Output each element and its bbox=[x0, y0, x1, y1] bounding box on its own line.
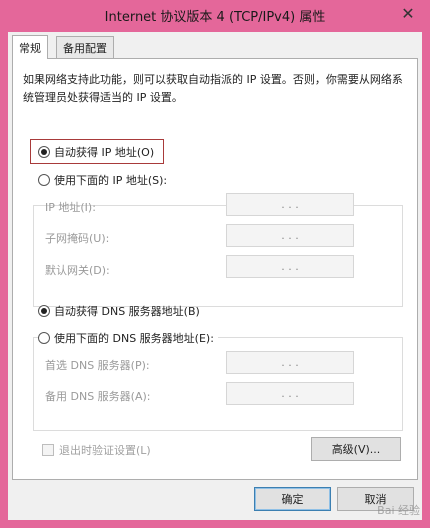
preferred-dns-label: 首选 DNS 服务器(P): bbox=[45, 359, 150, 372]
tab-general-label: 常规 bbox=[19, 41, 41, 55]
radio-manual-dns[interactable]: 使用下面的 DNS 服务器地址(E): bbox=[38, 330, 218, 346]
default-gateway-input[interactable]: . . . bbox=[226, 255, 354, 278]
title-bar[interactable]: Internet 协议版本 4 (TCP/IPv4) 属性 ✕ bbox=[0, 0, 430, 30]
watermark-logo: Bai 经验 bbox=[377, 504, 420, 517]
ok-button-label: 确定 bbox=[281, 493, 304, 506]
window-title: Internet 协议版本 4 (TCP/IPv4) 属性 bbox=[104, 9, 326, 25]
radio-auto-dns-label: 自动获得 DNS 服务器地址(B) bbox=[54, 305, 200, 318]
radio-manual-ip-indicator[interactable] bbox=[38, 174, 50, 186]
validate-on-exit-checkbox-box[interactable] bbox=[42, 444, 54, 456]
ip-address-label: IP 地址(I): bbox=[45, 201, 96, 214]
description-text: 如果网络支持此功能，则可以获取自动指派的 IP 设置。否则，你需要从网络系统管理… bbox=[23, 73, 403, 104]
default-gateway-label: 默认网关(D): bbox=[45, 264, 110, 277]
radio-auto-ip[interactable]: 自动获得 IP 地址(O) bbox=[38, 144, 154, 160]
radio-auto-dns[interactable]: 自动获得 DNS 服务器地址(B) bbox=[38, 303, 200, 319]
radio-auto-dns-indicator[interactable] bbox=[38, 305, 50, 317]
alternate-dns-input[interactable]: . . . bbox=[226, 382, 354, 405]
preferred-dns-input[interactable]: . . . bbox=[226, 351, 354, 374]
radio-manual-ip[interactable]: 使用下面的 IP 地址(S): bbox=[38, 172, 172, 188]
validate-on-exit-label: 退出时验证设置(L) bbox=[59, 444, 151, 457]
ok-button[interactable]: 确定 bbox=[254, 487, 331, 511]
alternate-dns-value: . . . bbox=[281, 387, 299, 400]
dialog-window: Internet 协议版本 4 (TCP/IPv4) 属性 ✕ 常规 备用配置 … bbox=[0, 0, 430, 528]
dialog-client-area: 常规 备用配置 如果网络支持此功能，则可以获取自动指派的 IP 设置。否则，你需… bbox=[8, 32, 422, 520]
alternate-dns-label: 备用 DNS 服务器(A): bbox=[45, 390, 151, 403]
radio-auto-ip-label: 自动获得 IP 地址(O) bbox=[54, 146, 155, 159]
subnet-mask-input[interactable]: . . . bbox=[226, 224, 354, 247]
tab-alternate-config-label: 备用配置 bbox=[63, 41, 107, 55]
radio-manual-dns-label: 使用下面的 DNS 服务器地址(E): bbox=[54, 332, 214, 345]
radio-manual-ip-label: 使用下面的 IP 地址(S): bbox=[54, 174, 168, 187]
ip-address-input[interactable]: . . . bbox=[226, 193, 354, 216]
validate-on-exit-checkbox[interactable]: 退出时验证设置(L) bbox=[42, 442, 151, 458]
subnet-mask-label: 子网掩码(U): bbox=[45, 232, 110, 245]
ip-address-value: . . . bbox=[281, 198, 299, 211]
advanced-button-label: 高级(V)... bbox=[331, 443, 381, 456]
tab-alternate-config[interactable]: 备用配置 bbox=[56, 36, 114, 58]
advanced-button[interactable]: 高级(V)... bbox=[311, 437, 401, 461]
preferred-dns-value: . . . bbox=[281, 356, 299, 369]
close-icon[interactable]: ✕ bbox=[390, 2, 426, 24]
radio-manual-dns-indicator[interactable] bbox=[38, 332, 50, 344]
tab-general[interactable]: 常规 bbox=[12, 35, 48, 59]
general-tab-panel: 如果网络支持此功能，则可以获取自动指派的 IP 设置。否则，你需要从网络系统管理… bbox=[12, 58, 418, 480]
subnet-mask-value: . . . bbox=[281, 229, 299, 242]
default-gateway-value: . . . bbox=[281, 260, 299, 273]
radio-auto-ip-indicator[interactable] bbox=[38, 146, 50, 158]
